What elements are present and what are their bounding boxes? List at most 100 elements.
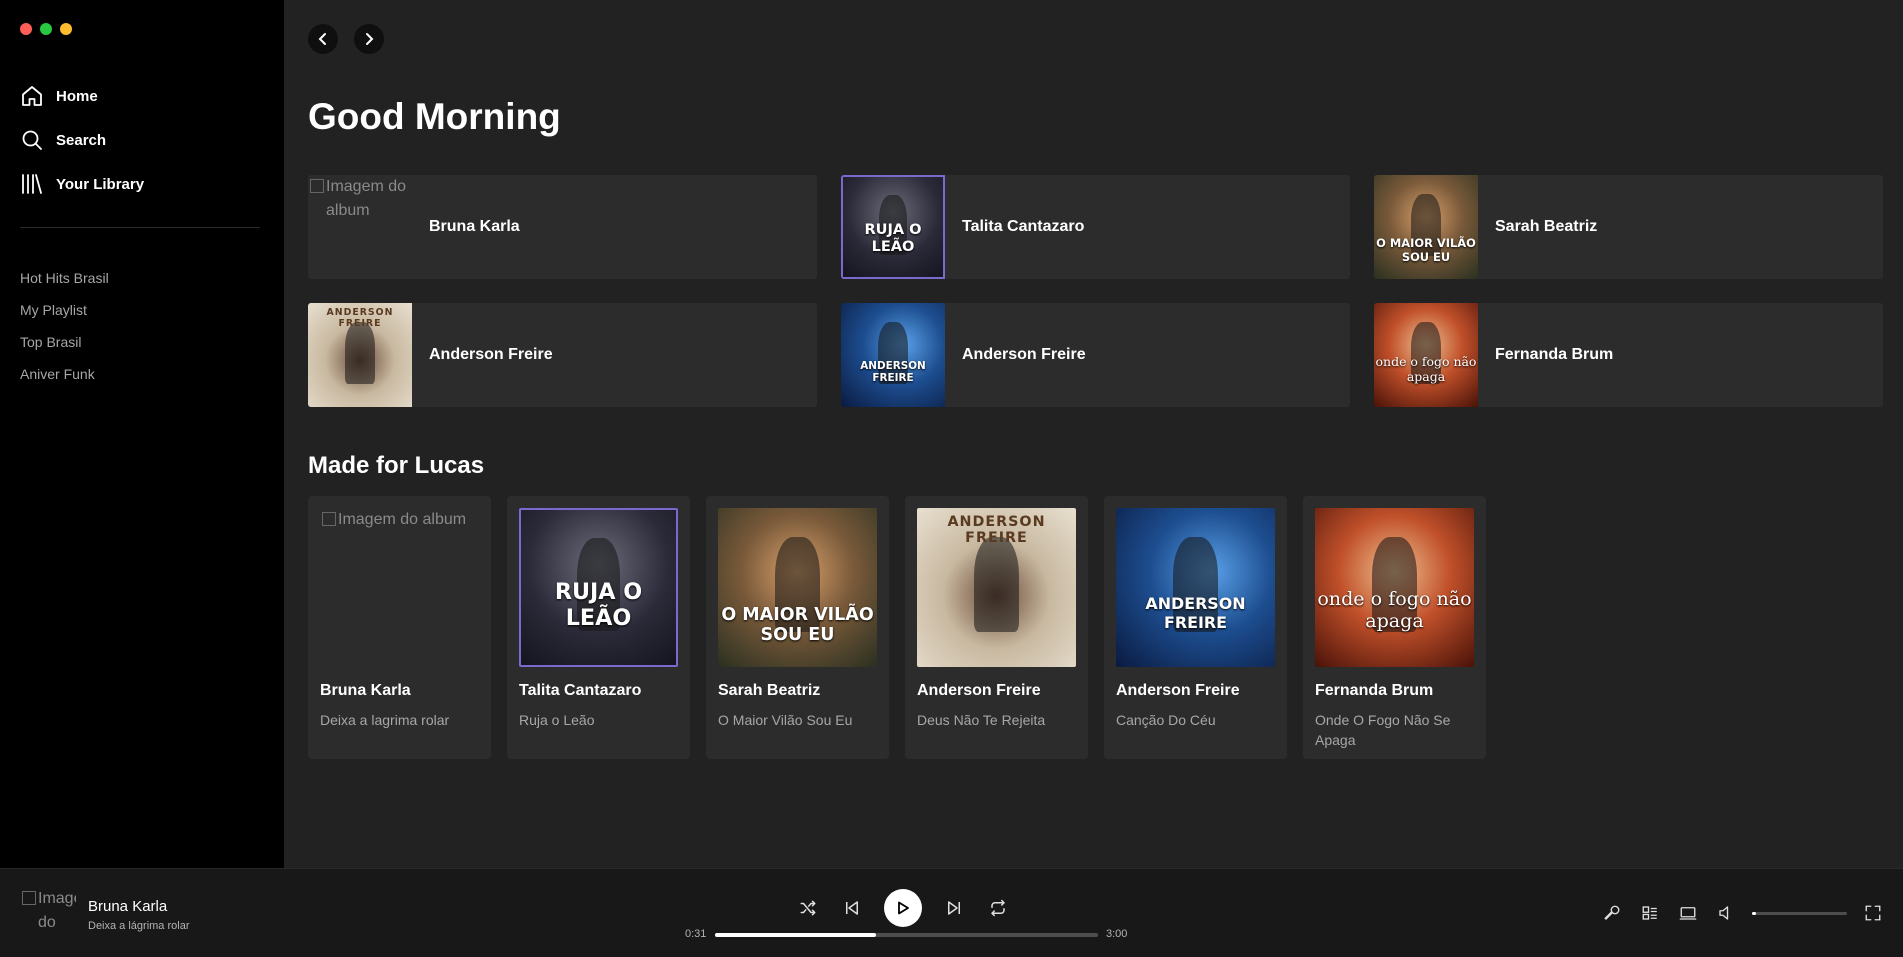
album-card-cover: O MAIOR VILÃO SOU EU (718, 508, 877, 667)
skip-back-icon (846, 901, 858, 915)
quick-pick-title: Anderson Freire (429, 346, 553, 363)
quick-pick-card[interactable]: ANDERSON FREIRE Anderson Freire (308, 303, 817, 407)
quick-pick-card[interactable]: Imagem do album Bruna Karla (308, 175, 817, 279)
broken-image-icon (22, 891, 36, 905)
cover-alt-text: Imagem do album (338, 511, 467, 528)
album-art: O MAIOR VILÃO SOU EU (718, 508, 877, 667)
sidebar-divider (20, 227, 260, 228)
now-playing-artist[interactable]: Deixa a lágrima rolar (88, 920, 189, 932)
playlist-item[interactable]: Hot Hits Brasil (20, 267, 109, 299)
nav-search-label: Search (56, 131, 107, 149)
playlist-item[interactable]: Aniver Funk (20, 363, 109, 395)
progress-bar[interactable] (715, 933, 1098, 937)
cover-alt-text: Imagem do (38, 890, 76, 931)
quick-pick-title: Sarah Beatriz (1495, 218, 1598, 235)
artist-figure (345, 321, 375, 385)
album-card[interactable]: onde o fogo não apaga Fernanda Brum Onde O… (1303, 496, 1486, 759)
broken-image-icon (310, 179, 324, 193)
album-art-text: onde o fogo não apaga (1375, 354, 1477, 385)
broken-image: Imagem do album (308, 175, 412, 279)
artist-figure (974, 536, 1019, 632)
album-card-title: Fernanda Brum (1315, 682, 1434, 699)
now-playing-cover: Imagem do (20, 887, 76, 943)
forward-button[interactable] (354, 24, 384, 54)
microphone-icon (1604, 905, 1620, 920)
sidebar: Home Search Your Library Hot Hits Brasil… (0, 0, 284, 868)
quick-pick-card[interactable]: RUJA O LEÃO Talita Cantazaro (841, 175, 1350, 279)
album-card[interactable]: RUJA O LEÃO Talita Cantazaro Ruja o Leão (507, 496, 690, 759)
total-time: 3:00 (1106, 928, 1128, 940)
album-art-text: ANDERSON FREIRE (326, 307, 394, 330)
volume-icon (1719, 906, 1729, 920)
quick-pick-card[interactable]: ANDERSON FREIRE Anderson Freire (841, 303, 1350, 407)
fullscreen-icon (1865, 905, 1881, 921)
maximize-window-button[interactable] (40, 23, 52, 35)
shuffle-button[interactable] (796, 896, 820, 920)
album-art: ANDERSON FREIRE (841, 303, 945, 407)
playlist-item[interactable]: My Playlist (20, 299, 109, 331)
mute-button[interactable] (1714, 901, 1738, 925)
album-card-subtitle: Deus Não Te Rejeita (917, 712, 1046, 728)
album-card[interactable]: Imagem do album Bruna Karla Deixa a lagrim… (308, 496, 491, 759)
quick-pick-cover: RUJA O LEÃO (841, 175, 945, 279)
minimize-window-button[interactable] (60, 23, 72, 35)
previous-button[interactable] (840, 896, 864, 920)
album-card-cover: ANDERSON FREIRE (1116, 508, 1275, 667)
close-window-button[interactable] (20, 23, 32, 35)
playlist-list: Hot Hits Brasil My Playlist Top Brasil A… (20, 267, 109, 395)
playlist-item[interactable]: Top Brasil (20, 331, 109, 363)
nav-library[interactable]: Your Library (20, 162, 144, 206)
back-button[interactable] (308, 24, 338, 54)
history-nav (308, 24, 384, 54)
quick-picks-grid: Imagem do album Bruna Karla RUJA O LEÃO Tal… (308, 175, 1884, 407)
album-card-cover: ANDERSON FREIRE (917, 508, 1076, 667)
section-title: Made for Lucas (308, 452, 485, 479)
repeat-icon (991, 899, 1005, 917)
quick-pick-title: Talita Cantazaro (962, 218, 1085, 235)
quick-pick-cover: ANDERSON FREIRE (841, 303, 945, 407)
album-art-text: onde o fogo não apaga (1317, 588, 1472, 633)
quick-pick-cover: Imagem do album (308, 175, 412, 279)
album-card-subtitle: Ruja o Leão (519, 712, 595, 728)
search-icon (22, 130, 42, 150)
playback-controls (796, 889, 1010, 927)
progress-fill (715, 933, 876, 937)
quick-pick-card[interactable]: O MAIOR VILÃO SOU EU Sarah Beatriz (1374, 175, 1883, 279)
album-card-subtitle: Deixa a lagrima rolar (320, 712, 450, 728)
album-art: RUJA O LEÃO (841, 175, 945, 279)
library-icon (22, 174, 42, 194)
album-art-text: ANDERSON FREIRE (1145, 594, 1246, 633)
album-art: ANDERSON FREIRE (917, 508, 1076, 667)
album-card-cover: onde o fogo não apaga (1315, 508, 1474, 667)
play-button[interactable] (884, 889, 922, 927)
album-art: ANDERSON FREIRE (308, 303, 412, 407)
album-art-text: ANDERSON FREIRE (860, 360, 926, 385)
chevron-left-icon (318, 33, 326, 45)
fullscreen-button[interactable] (1861, 901, 1885, 925)
nav-home-label: Home (56, 87, 98, 105)
album-art-text: ANDERSON FREIRE (947, 514, 1046, 547)
window-controls (20, 23, 72, 35)
connect-device-button[interactable] (1676, 901, 1700, 925)
quick-pick-cover: ANDERSON FREIRE (308, 303, 412, 407)
made-for-grid: Imagem do album Bruna Karla Deixa a lagrim… (308, 496, 1486, 759)
quick-pick-cover: onde o fogo não apaga (1374, 303, 1478, 407)
next-button[interactable] (942, 896, 966, 920)
player-bar: Imagem do Bruna Karla Deixa a lágrima ro… (0, 868, 1903, 957)
album-card-title: Anderson Freire (1116, 682, 1240, 699)
album-card[interactable]: ANDERSON FREIRE Anderson Freire Deus Não T… (905, 496, 1088, 759)
album-card[interactable]: ANDERSON FREIRE Anderson Freire Canção Do … (1104, 496, 1287, 759)
album-art-text: O MAIOR VILÃO SOU EU (1376, 236, 1476, 265)
quick-pick-card[interactable]: onde o fogo não apaga Fernanda Brum (1374, 303, 1883, 407)
volume-slider[interactable] (1752, 911, 1847, 915)
broken-image-icon (322, 512, 336, 526)
nav-search[interactable]: Search (20, 118, 144, 162)
now-playing-title[interactable]: Bruna Karla (88, 898, 167, 915)
repeat-button[interactable] (986, 896, 1010, 920)
nav-home[interactable]: Home (20, 74, 144, 118)
queue-button[interactable] (1638, 901, 1662, 925)
lyrics-button[interactable] (1600, 901, 1624, 925)
album-art: RUJA O LEÃO (519, 508, 678, 667)
album-card[interactable]: O MAIOR VILÃO SOU EU Sarah Beatriz O Maior… (706, 496, 889, 759)
album-card-title: Sarah Beatriz (718, 682, 821, 699)
